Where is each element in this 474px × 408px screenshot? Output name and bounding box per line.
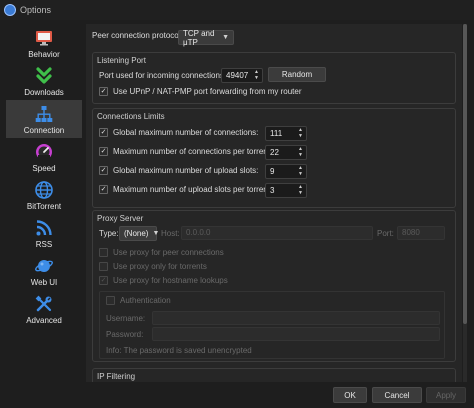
global-connections-spinbox[interactable]: 111 ▲ ▼ bbox=[265, 126, 307, 141]
proxy-type-select[interactable]: (None) ▼ bbox=[119, 226, 160, 241]
password-info-text: Info: The password is saved unencrypted bbox=[106, 346, 252, 355]
sidebar-item-label: Web UI bbox=[30, 278, 58, 287]
monitor-icon bbox=[36, 31, 52, 46]
connection-limits-group: Connections Limits ✓ Global maximum numb… bbox=[92, 108, 456, 208]
proxy-peer-label: Use proxy for peer connections bbox=[113, 248, 224, 257]
proxy-port-label: Port: bbox=[377, 229, 394, 238]
torrent-connections-checkbox[interactable]: ✓ bbox=[99, 147, 108, 156]
options-sidebar: Behavior Downloads Connection Speed BitT… bbox=[6, 24, 82, 334]
limit-label: Maximum number of connections per torren… bbox=[113, 147, 273, 156]
network-icon bbox=[35, 106, 53, 122]
ip-filtering-group: IP Filtering bbox=[92, 368, 456, 382]
dialog-footer: OK Cancel Apply bbox=[0, 384, 474, 408]
limit-label: Maximum number of upload slots per torre… bbox=[113, 185, 273, 194]
password-label: Password: bbox=[106, 330, 144, 339]
title-bar: Options bbox=[0, 0, 474, 20]
proxy-port-input[interactable]: 8080 bbox=[397, 226, 445, 240]
scrollbar-thumb[interactable] bbox=[463, 24, 467, 324]
double-chevron-down-icon bbox=[36, 67, 52, 84]
authentication-checkbox[interactable] bbox=[106, 296, 115, 305]
sidebar-item-advanced[interactable]: Advanced bbox=[6, 290, 82, 328]
sidebar-item-speed[interactable]: Speed bbox=[6, 138, 82, 176]
scrollbar[interactable] bbox=[463, 24, 467, 382]
limit-row: ✓ Maximum number of upload slots per tor… bbox=[99, 185, 272, 194]
limit-label: Global maximum number of connections: bbox=[113, 128, 259, 137]
proxy-server-title: Proxy Server bbox=[97, 214, 144, 223]
sidebar-item-web-ui[interactable]: Web UI bbox=[6, 252, 82, 290]
random-port-button[interactable]: Random bbox=[268, 67, 326, 82]
torrent-connections-spinbox[interactable]: 22 ▲ ▼ bbox=[265, 145, 307, 160]
proxy-host-input[interactable]: 0.0.0.0 bbox=[181, 226, 373, 240]
sidebar-item-bittorrent[interactable]: BitTorrent bbox=[6, 176, 82, 214]
sidebar-item-label: Connection bbox=[23, 126, 65, 135]
planet-icon bbox=[35, 260, 53, 272]
proxy-torrents-only-checkbox[interactable] bbox=[99, 262, 108, 271]
listening-port-title: Listening Port bbox=[97, 56, 146, 65]
sidebar-item-label: Downloads bbox=[24, 88, 64, 97]
proxy-server-group: Proxy Server Type: (None) ▼ Host: 0.0.0.… bbox=[92, 210, 456, 362]
chevron-down-icon[interactable]: ▼ bbox=[298, 191, 304, 196]
apply-button[interactable]: Apply bbox=[426, 387, 466, 403]
port-spinbox[interactable]: 49407 ▲ ▼ bbox=[221, 68, 263, 83]
wrench-screwdriver-icon bbox=[35, 295, 52, 312]
proxy-torrents-only-label: Use proxy only for torrents bbox=[113, 262, 207, 271]
proxy-host-label: Host: bbox=[161, 229, 180, 238]
global-upload-slots-checkbox[interactable]: ✓ bbox=[99, 166, 108, 175]
chevron-down-icon[interactable]: ▼ bbox=[298, 153, 304, 158]
cancel-button[interactable]: Cancel bbox=[372, 387, 422, 403]
proxy-peer-checkbox[interactable] bbox=[99, 248, 108, 257]
username-input[interactable] bbox=[152, 311, 440, 325]
sidebar-item-rss[interactable]: RSS bbox=[6, 214, 82, 252]
listening-port-group: Listening Port Port used for incoming co… bbox=[92, 52, 456, 104]
speedometer-icon bbox=[36, 144, 52, 160]
limit-row: ✓ Global maximum number of connections: bbox=[99, 128, 258, 137]
torrent-upload-slots-checkbox[interactable]: ✓ bbox=[99, 185, 108, 194]
limit-row: ✓ Global maximum number of upload slots: bbox=[99, 166, 258, 175]
proxy-type-label: Type: bbox=[99, 229, 119, 238]
proxy-hostname-checkbox[interactable]: ✓ bbox=[99, 276, 108, 285]
password-input[interactable] bbox=[152, 327, 440, 341]
chevron-down-icon: ▼ bbox=[152, 230, 160, 237]
authentication-label: Authentication bbox=[120, 296, 171, 305]
ip-filtering-title: IP Filtering bbox=[97, 372, 136, 381]
rss-icon bbox=[36, 220, 52, 236]
window-title: Options bbox=[20, 5, 52, 15]
protocol-label: Peer connection protocol: bbox=[92, 31, 183, 40]
limit-label: Global maximum number of upload slots: bbox=[113, 166, 259, 175]
authentication-group: Authentication Username: Password: Info:… bbox=[99, 291, 445, 359]
global-connections-checkbox[interactable]: ✓ bbox=[99, 128, 108, 137]
limit-row: ✓ Maximum number of connections per torr… bbox=[99, 147, 272, 156]
chevron-down-icon[interactable]: ▼ bbox=[254, 76, 260, 81]
username-label: Username: bbox=[106, 314, 146, 323]
upnp-checkbox[interactable]: ✓ bbox=[99, 87, 108, 96]
chevron-down-icon[interactable]: ▼ bbox=[298, 134, 304, 139]
sidebar-item-label: Speed bbox=[32, 164, 56, 173]
proxy-hostname-label: Use proxy for hostname lookups bbox=[113, 276, 228, 285]
connection-page: Peer connection protocol: TCP and μTP ▼ … bbox=[86, 24, 462, 382]
globe-icon bbox=[35, 181, 53, 199]
chevron-down-icon[interactable]: ▼ bbox=[298, 172, 304, 177]
app-logo-icon bbox=[4, 4, 16, 16]
chevron-down-icon: ▼ bbox=[222, 34, 229, 41]
ok-button[interactable]: OK bbox=[333, 387, 367, 403]
global-upload-slots-spinbox[interactable]: 9 ▲ ▼ bbox=[265, 164, 307, 179]
sidebar-item-label: Behavior bbox=[28, 50, 60, 59]
sidebar-item-label: BitTorrent bbox=[26, 202, 62, 211]
sidebar-item-connection[interactable]: Connection bbox=[6, 100, 82, 138]
sidebar-item-label: RSS bbox=[35, 240, 53, 249]
sidebar-item-downloads[interactable]: Downloads bbox=[6, 62, 82, 100]
sidebar-item-behavior[interactable]: Behavior bbox=[6, 24, 82, 62]
upnp-label: Use UPnP / NAT-PMP port forwarding from … bbox=[113, 87, 302, 96]
sidebar-item-label: Advanced bbox=[26, 316, 62, 325]
port-label: Port used for incoming connections: bbox=[99, 71, 227, 80]
connection-limits-title: Connections Limits bbox=[97, 112, 165, 121]
protocol-select[interactable]: TCP and μTP ▼ bbox=[178, 29, 234, 47]
torrent-upload-slots-spinbox[interactable]: 3 ▲ ▼ bbox=[265, 183, 307, 198]
